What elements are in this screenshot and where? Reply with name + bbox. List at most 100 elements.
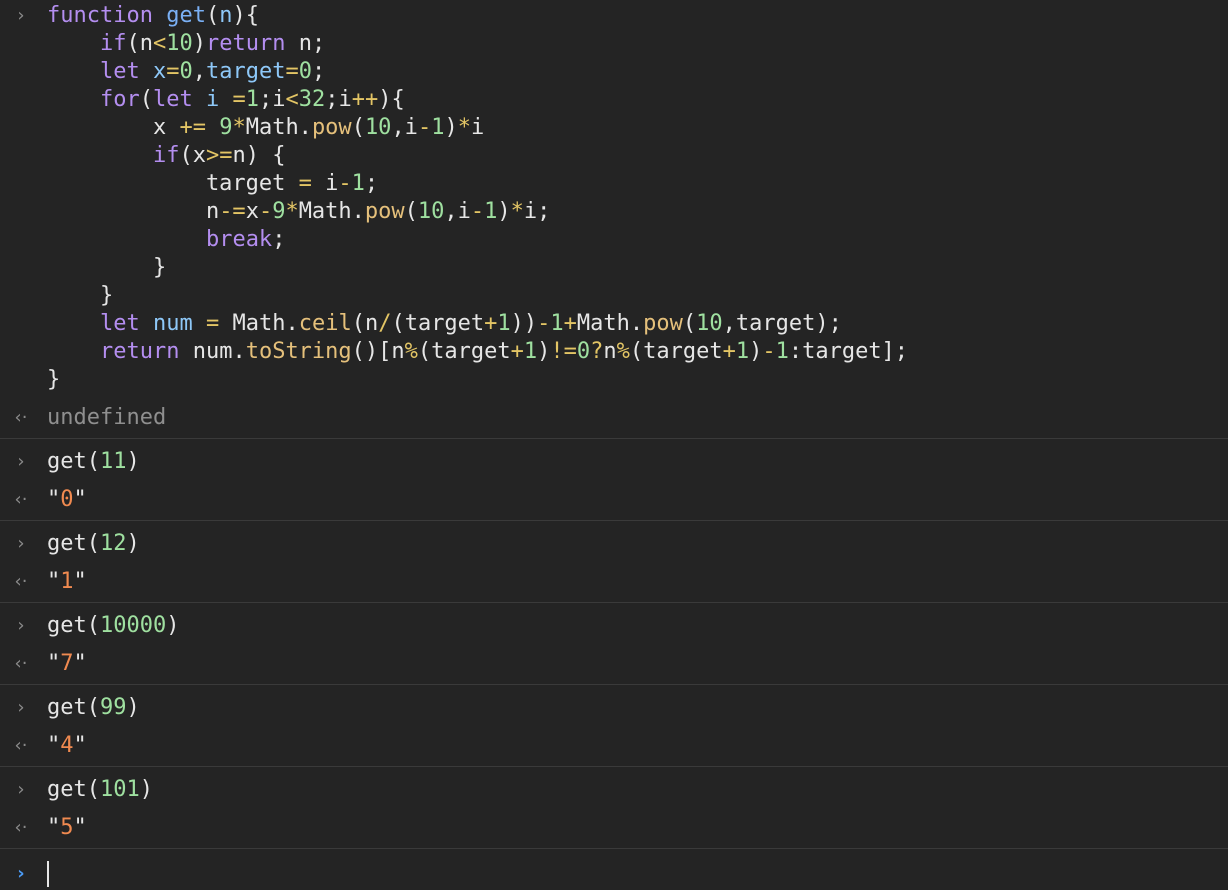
input-prompt-icon: › bbox=[17, 451, 25, 472]
code-token: ( bbox=[86, 613, 100, 638]
result-string: 0 bbox=[60, 487, 74, 512]
result-string: 5 bbox=[60, 815, 74, 840]
result-value: "4" bbox=[47, 732, 87, 760]
code-token: ( bbox=[404, 199, 418, 224]
code-token: 1 bbox=[431, 115, 445, 140]
code-token: n bbox=[219, 3, 233, 28]
code-token: 10 bbox=[417, 199, 445, 224]
result-arrow-icon: ‹· bbox=[14, 489, 28, 510]
input-prompt-icon: › bbox=[17, 615, 25, 636]
code-token: 1 bbox=[484, 199, 498, 224]
input-code: get(99) bbox=[47, 694, 140, 722]
code-token: let bbox=[152, 87, 193, 112]
code-token: ( bbox=[205, 3, 220, 28]
code-token: target bbox=[47, 171, 299, 196]
code-token: ) bbox=[166, 613, 180, 638]
code-text: let num = Math.ceil(n/(target+1))-1+Math… bbox=[47, 310, 842, 338]
code-token: 0 bbox=[576, 339, 591, 364]
code-token: = bbox=[298, 171, 312, 196]
code-token: (target bbox=[417, 339, 511, 364]
code-token: ; bbox=[364, 171, 379, 196]
code-token: , bbox=[192, 59, 206, 84]
code-text: n-=x-9*Math.pow(10,i-1)*i; bbox=[47, 198, 550, 226]
code-token: ) bbox=[192, 31, 206, 56]
result-value: "5" bbox=[47, 814, 87, 842]
string-quote: " bbox=[73, 651, 87, 676]
code-token: * bbox=[232, 115, 246, 140]
code-token: Math. bbox=[298, 199, 365, 224]
code-token: ) bbox=[126, 695, 140, 720]
code-token: ; bbox=[272, 227, 286, 252]
code-token: 10 bbox=[696, 311, 723, 336]
code-token: + bbox=[722, 339, 736, 364]
code-token: Math. bbox=[219, 311, 299, 336]
code-token: num bbox=[152, 311, 193, 336]
code-token: ;i bbox=[258, 87, 286, 112]
code-token: return bbox=[205, 31, 286, 56]
input-prompt-icon: › bbox=[17, 5, 25, 26]
code-token: 32 bbox=[298, 87, 326, 112]
result-string: 4 bbox=[60, 733, 74, 758]
string-quote: " bbox=[47, 651, 61, 676]
call-argument: 12 bbox=[100, 531, 127, 556]
string-quote: " bbox=[73, 569, 87, 594]
code-token: } bbox=[47, 255, 167, 280]
code-token: (target bbox=[391, 311, 485, 336]
code-token: ( bbox=[682, 311, 697, 336]
text-cursor bbox=[47, 861, 49, 887]
code-token: i; bbox=[523, 199, 551, 224]
code-text: if(x>=n) { bbox=[47, 142, 285, 170]
devtools-console[interactable]: › function get(n){ if(n<10)return n; let … bbox=[0, 0, 1228, 890]
code-token: ) bbox=[139, 777, 153, 802]
code-token: if bbox=[99, 31, 127, 56]
code-token: x bbox=[152, 59, 167, 84]
code-token: * bbox=[457, 115, 471, 140]
input-prompt-icon: › bbox=[17, 697, 25, 718]
code-token: - bbox=[338, 171, 352, 196]
code-token: 0 bbox=[179, 59, 193, 84]
result-value: "7" bbox=[47, 650, 87, 678]
result-arrow-icon: ‹· bbox=[14, 817, 28, 838]
code-token: 1 bbox=[497, 311, 511, 336]
code-token: let bbox=[99, 311, 140, 336]
code-token: (n bbox=[126, 31, 153, 56]
result-value: "0" bbox=[47, 486, 87, 514]
code-token: pow bbox=[643, 311, 683, 336]
code-text: function get(n){ bbox=[47, 2, 259, 30]
code-text: return num.toString()[n%(target+1)!=0?n%… bbox=[47, 338, 908, 366]
code-token: ; bbox=[311, 59, 326, 84]
code-token: - bbox=[537, 311, 551, 336]
code-token: pow bbox=[311, 115, 352, 140]
code-token: n bbox=[603, 339, 617, 364]
code-token: ( bbox=[351, 115, 365, 140]
code-token: < bbox=[152, 31, 167, 56]
code-token: ( bbox=[86, 695, 100, 720]
input-prompt-icon: › bbox=[17, 533, 25, 554]
string-quote: " bbox=[47, 487, 61, 512]
code-token: toString bbox=[245, 339, 352, 364]
code-token: ;i bbox=[325, 87, 352, 112]
code-text: target = i-1; bbox=[47, 170, 378, 198]
string-quote: " bbox=[73, 487, 87, 512]
result-string: 7 bbox=[60, 651, 74, 676]
code-token: 1 bbox=[245, 87, 259, 112]
call-function-name: get bbox=[47, 531, 87, 556]
code-token: let bbox=[99, 59, 140, 84]
code-token: ( bbox=[86, 531, 100, 556]
code-token: ) bbox=[749, 339, 763, 364]
console-separator bbox=[0, 520, 1228, 521]
code-text: if(n<10)return n; bbox=[47, 30, 325, 58]
result-arrow-icon: ‹· bbox=[14, 735, 28, 756]
code-token: * bbox=[510, 199, 524, 224]
code-token: + bbox=[510, 339, 524, 364]
code-token: if bbox=[152, 143, 180, 168]
code-token: ) bbox=[537, 339, 551, 364]
code-token: - bbox=[470, 199, 485, 224]
call-argument: 99 bbox=[100, 695, 127, 720]
code-text: let x=0,target=0; bbox=[47, 58, 325, 86]
code-token: ){ bbox=[378, 87, 405, 112]
